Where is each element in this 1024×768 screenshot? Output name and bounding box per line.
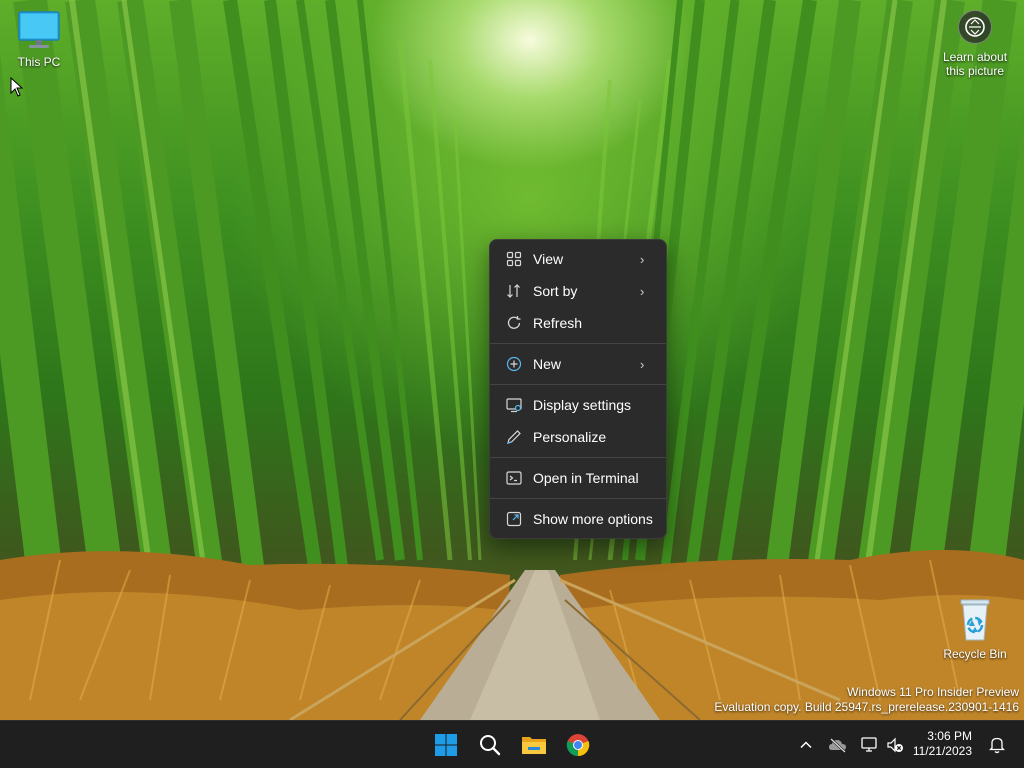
menu-item-open-in-terminal[interactable]: Open in Terminal	[494, 462, 662, 494]
chevron-up-icon	[800, 741, 812, 749]
evaluation-watermark: Windows 11 Pro Insider Preview Evaluatio…	[714, 685, 1019, 715]
menu-separator	[490, 498, 666, 499]
clock-time: 3:06 PM	[927, 729, 972, 743]
menu-item-display-settings[interactable]: Display settings	[494, 389, 662, 421]
desktop-icon-this-pc[interactable]: This PC	[1, 10, 77, 69]
watermark-line2: Evaluation copy. Build 25947.rs_prerelea…	[714, 700, 1019, 714]
network-icon	[861, 737, 877, 752]
expand-icon	[505, 510, 523, 528]
windows-start-icon	[435, 734, 457, 756]
chevron-right-icon: ›	[640, 356, 645, 372]
volume-muted-icon	[887, 737, 903, 753]
menu-item-refresh[interactable]: Refresh	[494, 307, 662, 339]
display-settings-icon	[505, 396, 523, 414]
show-hidden-icons-button[interactable]	[794, 733, 818, 757]
desktop-context-menu: View › Sort by › Refresh New › Display s…	[489, 239, 667, 539]
menu-separator	[490, 457, 666, 458]
onedrive-offline-icon	[829, 738, 846, 753]
menu-item-new[interactable]: New ›	[494, 348, 662, 380]
search-button[interactable]	[470, 725, 510, 765]
chevron-right-icon: ›	[640, 251, 645, 267]
menu-separator	[490, 343, 666, 344]
menu-item-sort-by-label: Sort by	[533, 283, 578, 299]
recycle-bin-icon	[960, 599, 990, 641]
learn-about-line2: this picture	[945, 64, 1005, 78]
taskbar: 3:06 PM 11/21/2023	[0, 720, 1024, 768]
camera-icon	[958, 10, 992, 44]
network-tray-button[interactable]	[858, 733, 882, 757]
onedrive-tray-button[interactable]	[826, 733, 850, 757]
menu-item-personalize[interactable]: Personalize	[494, 421, 662, 453]
desktop-icon-recycle-bin[interactable]: Recycle Bin	[937, 596, 1013, 661]
chrome-button[interactable]	[558, 725, 598, 765]
menu-item-refresh-label: Refresh	[533, 315, 583, 331]
learn-about-this-picture[interactable]: Learn about this picture	[938, 10, 1012, 78]
grid-icon	[505, 250, 523, 268]
menu-item-view-label: View	[533, 251, 564, 267]
file-explorer-button[interactable]	[514, 725, 554, 765]
sort-icon	[505, 282, 523, 300]
monitor-icon	[18, 11, 60, 48]
menu-item-personalize-label: Personalize	[533, 429, 607, 445]
watermark-line1: Windows 11 Pro Insider Preview	[847, 685, 1019, 699]
menu-item-open-in-terminal-label: Open in Terminal	[533, 470, 639, 486]
terminal-icon	[505, 469, 523, 487]
start-button[interactable]	[426, 725, 466, 765]
menu-item-show-more-options[interactable]: Show more options	[494, 503, 662, 535]
recycle-bin-label: Recycle Bin	[943, 647, 1007, 661]
search-icon	[480, 735, 501, 756]
chrome-icon	[566, 734, 590, 757]
refresh-icon	[505, 314, 523, 332]
pen-icon	[505, 428, 523, 446]
menu-separator	[490, 384, 666, 385]
notifications-button[interactable]	[985, 733, 1009, 757]
menu-item-sort-by[interactable]: Sort by ›	[494, 275, 662, 307]
menu-item-view[interactable]: View ›	[494, 243, 662, 275]
menu-item-display-settings-label: Display settings	[533, 397, 632, 413]
this-pc-label: This PC	[17, 55, 61, 69]
menu-item-show-more-options-label: Show more options	[533, 511, 653, 527]
clock[interactable]: 3:06 PM 11/21/2023	[912, 729, 972, 759]
clock-date: 11/21/2023	[912, 744, 972, 758]
volume-tray-button[interactable]	[883, 733, 907, 757]
chevron-right-icon: ›	[640, 283, 645, 299]
menu-item-new-label: New	[533, 356, 562, 372]
learn-about-line1: Learn about	[942, 50, 1008, 64]
plus-circle-icon	[505, 355, 523, 373]
mouse-cursor-icon	[10, 77, 24, 97]
bell-icon	[989, 737, 1005, 754]
file-explorer-icon	[522, 737, 546, 754]
